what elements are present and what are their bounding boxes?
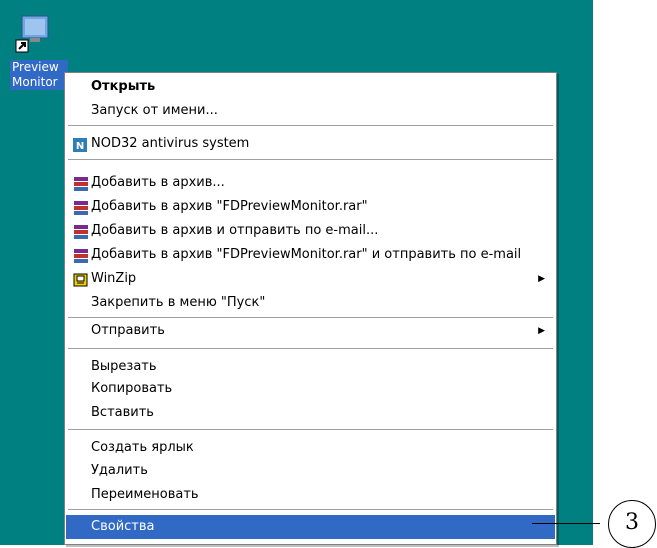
menu-separator <box>68 159 553 160</box>
winrar-icon <box>73 176 89 191</box>
nod32-icon: N <box>73 137 89 152</box>
callout-number: 3 <box>608 500 656 548</box>
menu-item-add-archive-named-label: Добавить в архив "FDPreviewMonitor.rar" <box>91 199 368 214</box>
menu-item-send-to[interactable]: Отправить ▶ <box>66 319 555 343</box>
menu-item-add-archive-named-email[interactable]: Добавить в архив "FDPreviewMonitor.rar" … <box>66 243 555 267</box>
submenu-arrow-icon: ▶ <box>538 274 545 284</box>
menu-separator <box>68 125 553 126</box>
menu-item-winzip[interactable]: WinZip ▶ <box>66 267 555 291</box>
callout-line <box>532 523 600 524</box>
menu-item-add-archive-named[interactable]: Добавить в архив "FDPreviewMonitor.rar" <box>66 195 555 219</box>
menu-item-run-as[interactable]: Запуск от имени... <box>66 99 555 123</box>
menu-item-winzip-label: WinZip <box>91 271 137 286</box>
menu-item-create-shortcut[interactable]: Создать ярлык <box>66 436 555 460</box>
menu-item-delete[interactable]: Удалить <box>66 459 555 483</box>
menu-item-add-archive-email[interactable]: Добавить в архив и отправить по e-mail..… <box>66 219 555 243</box>
menu-item-open[interactable]: Открыть <box>66 75 555 99</box>
menu-item-send-to-label: Отправить <box>91 323 165 338</box>
shortcut-label[interactable]: Preview Monitor <box>10 60 68 90</box>
context-menu: Открыть Запуск от имени... N NOD32 antiv… <box>64 72 557 545</box>
menu-item-nod32[interactable]: N NOD32 antivirus system <box>66 132 555 156</box>
menu-separator <box>68 509 553 510</box>
menu-item-add-archive[interactable]: Добавить в архив... <box>66 171 555 195</box>
winrar-icon <box>73 224 89 239</box>
menu-item-copy[interactable]: Копировать <box>66 377 555 401</box>
svg-text:N: N <box>76 141 84 152</box>
submenu-arrow-icon: ▶ <box>538 326 545 336</box>
menu-item-add-archive-email-label: Добавить в архив и отправить по e-mail..… <box>91 223 379 238</box>
menu-item-nod32-label: NOD32 antivirus system <box>91 136 250 151</box>
winrar-icon <box>73 200 89 215</box>
shortcut-label-line1: Preview <box>12 60 59 74</box>
menu-item-paste[interactable]: Вставить <box>66 401 555 425</box>
menu-item-add-archive-label: Добавить в архив... <box>91 175 225 190</box>
menu-item-add-archive-named-email-label: Добавить в архив "FDPreviewMonitor.rar" … <box>91 247 522 262</box>
winzip-icon <box>73 272 89 287</box>
menu-separator <box>68 317 553 318</box>
menu-separator <box>68 348 553 349</box>
menu-separator <box>68 429 553 430</box>
winrar-icon <box>73 248 89 263</box>
menu-item-properties[interactable]: Свойства <box>66 515 555 539</box>
menu-item-rename[interactable]: Переименовать <box>66 483 555 507</box>
monitor-shortcut-icon[interactable] <box>14 14 54 54</box>
menu-item-cut[interactable]: Вырезать <box>66 355 555 379</box>
menu-item-pin-start[interactable]: Закрепить в меню "Пуск" <box>66 291 555 315</box>
shortcut-label-line2: Monitor <box>12 75 58 89</box>
